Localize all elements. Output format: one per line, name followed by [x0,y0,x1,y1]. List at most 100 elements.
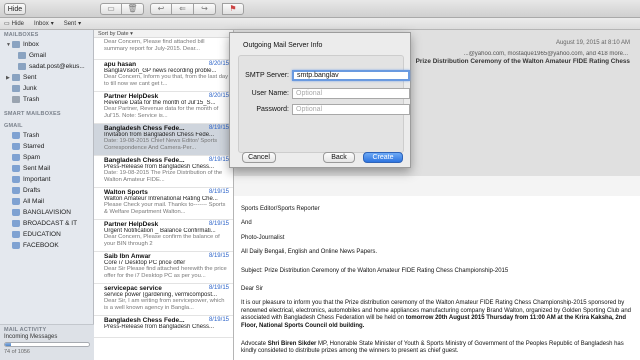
flag-button[interactable]: ⚑ [222,2,244,15]
smtp-server-label: SMTP Server: [245,72,289,79]
sidebar-item-broadcast-it[interactable]: BROADCAST & IT [0,218,93,229]
sidebar-item-starred[interactable]: Starred [0,141,93,152]
message-list-item[interactable]: Partner HelpDesk 8/20/15 Revenue Data for … [94,92,233,124]
sidebar-item-gmail-inbox[interactable]: Gmail [0,50,93,61]
body-line: Sports Editor/Sports Reporter [241,206,320,212]
folder-icon [12,242,20,249]
message-preview: Please Check your mail. Thanks to-------… [104,202,226,215]
activity-progress-bar [4,342,90,347]
sent-icon [12,74,20,81]
message-preview: Date: 19-08-2015 Chief News Editor/ Spor… [104,138,218,151]
create-button[interactable]: Create [363,152,403,163]
folder-icon [12,209,20,216]
body-line: All Daily Bengali, English and Online Ne… [241,249,378,256]
sidebar-item-all-mail[interactable]: All Mail [0,196,93,207]
sidebar-item-spam[interactable]: Spam [0,152,93,163]
folder-icon [12,165,20,172]
disclosure-closed-icon[interactable]: ▶ [6,75,11,81]
hide-sidebar-button[interactable]: Hide [4,3,26,15]
message-sender: Bangladesh Chess Fede... [104,157,185,164]
message-list-item[interactable]: Walton Sports 8/19/15 Walton Amateur Intre… [94,188,233,220]
sidebar-item-education[interactable]: EDUCATION [0,229,93,240]
sidebar-item-gmail-trash[interactable]: Trash [0,130,93,141]
message-list-item[interactable]: Dear Concern, Please find attached bill … [94,38,233,60]
message-sender: Partner HelpDesk [104,221,159,228]
message-list-item[interactable]: Saib Ibn Anwar 8/19/15 Core i7 Desktop PC … [94,252,233,284]
message-header-row: Bangladesh Chess Fede... 8/19/15 [104,157,229,164]
delete-button[interactable]: 🗑 [122,2,144,15]
message-preview: Dear Partner, Revenue data for the month… [104,106,219,119]
disclosure-open-icon[interactable]: ▼ [6,42,11,48]
message-list-item[interactable]: Partner HelpDesk 8/19/15 Urgent Notificati… [94,220,233,252]
message-sender: Saib Ibn Anwar [104,253,151,260]
sidebar-item-inbox[interactable]: ▼ Inbox [0,39,93,50]
sidebar-item-facebook[interactable]: FACEBOOK [0,240,93,251]
cancel-button[interactable]: Cancel [242,152,276,163]
user-name-input[interactable]: Optional [292,88,410,99]
mail-activity-panel: MAIL ACTIVITY Incoming Messages 74 of 10… [0,324,94,360]
message-list-item[interactable]: Bangladesh Chess Fede... 8/19/15 Invitatio… [94,124,233,156]
user-name-label: User Name: [251,90,289,97]
message-date: 8/20/15 [208,93,229,99]
reply-button[interactable]: ↩ [150,2,172,15]
archive-button[interactable]: ▭ [100,2,122,15]
message-header-row: apu hasan 8/20/15 [104,61,229,68]
message-date: 8/19/15 [208,317,229,323]
message-subject: Press-Release from Bangladesh Chess... [104,324,215,330]
message-sender: Bangladesh Chess Fede... [104,125,185,132]
password-label: Password: [256,106,289,113]
sidebar-item-ekus-inbox[interactable]: sadat.post@ekus... [0,61,93,72]
body-line: And [241,220,252,227]
message-list-item[interactable]: Bangladesh Chess Fede... 8/19/15 Press-Rel… [94,316,233,338]
favorite-sent[interactable]: Sent ▾ [64,20,81,28]
folder-icon [12,132,20,139]
sidebar-item-trash[interactable]: Trash [0,94,93,105]
smtp-server-input[interactable]: smtp.banglav [292,70,410,81]
message-date: 8/19/15 [208,285,229,291]
message-list-item[interactable]: servicepac service 8/19/15 service power (… [94,284,233,316]
message-date: 8/19/15 [208,125,229,131]
sidebar-item-banglavision[interactable]: BANGLAVISION [0,207,93,218]
outgoing-mail-server-dialog: Outgoing Mail Server Info SMTP Server: s… [229,32,411,168]
message-list-item[interactable]: Bangladesh Chess Fede... 8/19/15 Press-Rel… [94,156,233,188]
hide-mailboxes-button[interactable]: ▭ Hide [4,20,24,28]
dialog-title: Outgoing Mail Server Info [243,42,323,49]
sidebar-item-important[interactable]: Important [0,174,93,185]
message-sender: servicepac service [104,285,162,292]
inbox-icon [18,52,26,59]
folder-icon [12,198,20,205]
message-body: Sports Editor/Sports Reporter And Photo-… [241,206,633,360]
reply-all-button[interactable]: ⇐ [172,2,194,15]
folder-icon [12,176,20,183]
message-sender: apu hasan [104,61,137,68]
flag-group: ⚑ [222,2,244,15]
favorite-inbox[interactable]: Inbox ▾ [34,20,54,28]
message-preview: Dear Concern, Inform you that, from the … [104,74,229,87]
sidebar-item-sent[interactable]: ▶ Sent [0,72,93,83]
message-date: 8/19/15 [208,253,229,259]
message-date: 8/19/15 [208,221,229,227]
forward-icon: ↪ [201,4,208,13]
message-preview: Dear Sir Please find attached herewith t… [104,266,227,279]
message-date: 8/20/15 [208,61,229,67]
message-header-row: Saib Ibn Anwar 8/19/15 [104,253,229,260]
message-sender: Walton Sports [104,189,148,196]
forward-button[interactable]: ↪ [194,2,216,15]
sidebar-item-drafts[interactable]: Drafts [0,185,93,196]
toolbar-actions: ▭ 🗑 [100,2,144,15]
message-date: 8/19/15 [208,189,229,195]
message-header-row: Bangladesh Chess Fede... 8/19/15 [104,125,229,132]
body-greeting: Dear Sir [241,286,264,293]
sidebar-item-junk[interactable]: Junk [0,83,93,94]
activity-count: 74 of 1056 [4,349,30,355]
sidebar-item-sent-mail[interactable]: Sent Mail [0,163,93,174]
message-header-row: Partner HelpDesk 8/20/15 [104,93,229,100]
back-button[interactable]: Back [323,152,355,163]
sort-menu[interactable]: Sort by Date ▾ [94,30,233,38]
favorites-bar: ▭ Hide Inbox ▾ Sent ▾ [0,18,640,30]
message-list-item[interactable]: apu hasan 8/20/15 BanglaVision_GP news rec… [94,60,233,92]
archive-icon: ▭ [107,4,115,13]
reply-group: ↩ ⇐ ↪ [150,2,216,15]
message-header-row: Bangladesh Chess Fede... 8/19/15 [104,317,229,324]
password-input[interactable]: Optional [292,104,410,115]
